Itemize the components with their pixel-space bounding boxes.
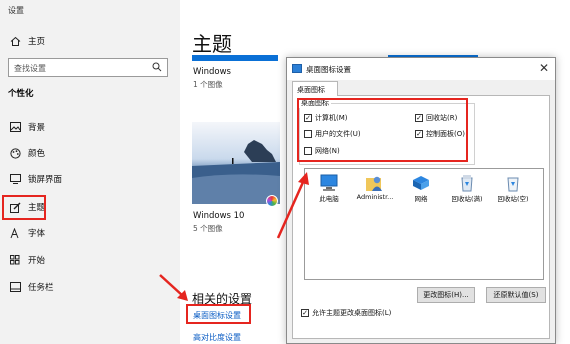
taskbar-icon (9, 281, 21, 293)
theme-count: 1 个图像 (193, 80, 223, 89)
recycle-bin-empty-icon (503, 174, 523, 192)
list-item[interactable]: 回收站(空) (493, 174, 533, 203)
search-placeholder: 查找设置 (14, 64, 46, 73)
sidebar-item-label: 任务栏 (28, 283, 54, 293)
monitor-icon (9, 173, 21, 185)
desktop-icon-list[interactable]: 此电脑 Administr... 网络 回收站(满) 回收站(空) (304, 168, 544, 280)
start-grid-icon (9, 254, 21, 266)
sidebar-item-colors[interactable]: 颜色 (0, 143, 180, 163)
list-item[interactable]: Administr... (355, 174, 395, 201)
search-input[interactable]: 查找设置 (8, 58, 168, 77)
icon-label: 回收站(满) (451, 195, 483, 203)
tab-desktop-icons[interactable]: 桌面图标 (292, 81, 338, 96)
restore-default-button[interactable]: 还原默认值(S) (486, 287, 546, 303)
sidebar-item-label: 开始 (28, 256, 46, 266)
icon-label: 此电脑 (319, 195, 339, 203)
theme-name: Windows 10 (193, 211, 245, 221)
list-item[interactable]: 网络 (401, 174, 441, 203)
home-icon (9, 35, 21, 47)
computer-icon (319, 174, 339, 192)
sidebar-item-label: 字体 (28, 229, 46, 239)
dialog-title: 桌面图标设置 (306, 65, 351, 74)
dialog-titlebar[interactable]: 桌面图标设置 ✕ (287, 58, 555, 80)
theme-color-swatch (266, 195, 278, 207)
change-icon-button[interactable]: 更改图标(H)... (417, 287, 475, 303)
desktop-icon-settings-dialog: 桌面图标设置 ✕ 桌面图标 桌面图标 ✓ 计算机(M) ✓ 回收站(R) 用户的… (286, 57, 556, 344)
sidebar-item-background[interactable]: 背景 (0, 117, 180, 137)
icon-label: Administr... (356, 193, 394, 201)
theme-tile-windows[interactable] (192, 55, 278, 61)
sidebar-item-lockscreen[interactable]: 锁屏界面 (0, 169, 180, 189)
page-title: 主题 (192, 32, 232, 56)
high-contrast-settings-link[interactable]: 高对比度设置 (193, 332, 241, 343)
sidebar-item-label: 背景 (28, 123, 46, 133)
icon-label: 网络 (414, 195, 428, 203)
section-heading: 个性化 (8, 89, 34, 99)
user-folder-icon (365, 174, 385, 192)
beach-wallpaper-image (192, 122, 280, 204)
search-icon (152, 62, 162, 75)
close-icon[interactable]: ✕ (539, 61, 549, 75)
nav-home[interactable]: 主页 (0, 31, 180, 51)
sidebar-item-taskbar[interactable]: 任务栏 (0, 277, 180, 297)
desktop-icon (292, 64, 302, 73)
sidebar-item-label: 颜色 (28, 149, 46, 159)
checkbox-label: 允许主题更改桌面图标(L) (312, 309, 392, 317)
sidebar-item-start[interactable]: 开始 (0, 250, 180, 270)
sidebar-item-label: 锁屏界面 (28, 175, 63, 185)
settings-sidebar: 设置 主页 查找设置 个性化 背景 颜色 锁屏界面 主题 字体 开始 任务栏 (0, 0, 180, 344)
font-icon (9, 227, 21, 239)
network-icon (411, 174, 431, 192)
window-title: 设置 (8, 6, 24, 15)
theme-count: 5 个图像 (193, 224, 223, 233)
list-item[interactable]: 此电脑 (309, 174, 349, 203)
highlight-theme-nav (2, 195, 46, 220)
checkbox-box: ✓ (301, 308, 309, 317)
palette-icon (9, 147, 21, 159)
highlight-desktop-icon-link (186, 304, 251, 324)
theme-name: Windows (193, 67, 231, 77)
tab-label: 桌面图标 (297, 86, 325, 94)
highlight-checkbox-group (297, 98, 468, 162)
allow-theme-change-checkbox[interactable]: ✓ 允许主题更改桌面图标(L) (301, 308, 391, 318)
nav-home-label: 主页 (28, 37, 46, 47)
image-icon (9, 121, 21, 133)
sidebar-item-fonts[interactable]: 字体 (0, 223, 180, 243)
list-item[interactable]: 回收站(满) (447, 174, 487, 203)
icon-label: 回收站(空) (497, 195, 529, 203)
theme-tile-windows-10[interactable] (192, 122, 280, 204)
recycle-bin-full-icon (457, 174, 477, 192)
